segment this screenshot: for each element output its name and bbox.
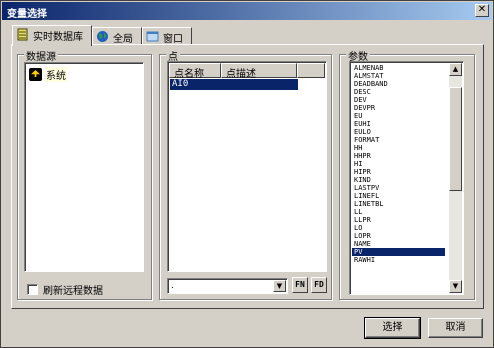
datasource-tree[interactable]: 系统 [24, 62, 144, 272]
tree-item-system[interactable]: 系统 [29, 67, 67, 82]
datasource-group-label: 数据源 [24, 48, 58, 63]
window-title: 变量选择 [7, 9, 47, 20]
param-item[interactable]: ALMSTAT [352, 72, 445, 80]
param-item[interactable]: PV [352, 248, 445, 256]
window-icon [146, 31, 159, 42]
param-item[interactable]: HIPR [352, 168, 445, 176]
param-item[interactable]: HI [352, 160, 445, 168]
param-item[interactable]: LINEFL [352, 192, 445, 200]
param-item[interactable]: NAME [352, 240, 445, 248]
param-item[interactable]: DESC [352, 88, 445, 96]
refresh-remote-row[interactable]: 刷新远程数据 [27, 282, 103, 297]
chevron-down-icon[interactable]: ▼ [273, 280, 286, 292]
refresh-remote-label: 刷新远程数据 [43, 286, 103, 297]
select-button[interactable]: 选择 [364, 317, 421, 339]
point-row-selected[interactable]: AI0 [170, 79, 298, 90]
column-filler [297, 63, 325, 78]
refresh-remote-checkbox[interactable] [27, 284, 38, 295]
params-group: 参数 ALMENAB ALMSTAT DEADBAND DESC DEV DEVPR EU E… [339, 48, 475, 300]
point-filter-combo[interactable]: . ▼ [167, 278, 288, 294]
title-bar[interactable]: 变量选择 ✕ [2, 2, 492, 20]
param-item[interactable]: LINETBL [352, 200, 445, 208]
scroll-thumb[interactable] [449, 87, 462, 191]
globe-icon [97, 31, 108, 42]
tab-realtime-db[interactable]: 实时数据库 [12, 25, 92, 46]
database-icon [17, 28, 28, 41]
param-item[interactable]: DEV [352, 96, 445, 104]
fd-button[interactable]: FD [311, 277, 327, 293]
params-scrollbar[interactable]: ▲ ▼ [449, 63, 462, 293]
column-point-name[interactable]: 点名称 [169, 63, 221, 80]
scroll-down-icon[interactable]: ▼ [449, 280, 462, 293]
param-item[interactable]: LO [352, 224, 445, 232]
param-item[interactable]: FORMAT [352, 136, 445, 144]
tab-panel: 数据源 系统 刷新远程数据 点 点名称 点描述 AI0 . ▼ FN FD 参数… [11, 44, 484, 309]
param-item[interactable]: LL [352, 208, 445, 216]
tab-label: 实时数据库 [33, 32, 83, 43]
param-item[interactable]: LASTPV [352, 184, 445, 192]
fn-button[interactable]: FN [292, 277, 308, 293]
tab-global[interactable]: 全局 [92, 27, 142, 45]
cancel-button[interactable]: 取消 [428, 318, 483, 338]
datasource-group: 数据源 系统 刷新远程数据 [17, 48, 152, 300]
param-item[interactable]: KIND [352, 176, 445, 184]
param-item[interactable]: RAWHI [352, 256, 445, 264]
scroll-up-icon[interactable]: ▲ [449, 63, 462, 76]
param-item[interactable]: HHPR [352, 152, 445, 160]
param-item[interactable]: ALMENAB [352, 64, 445, 72]
system-folder-icon [29, 68, 42, 81]
combo-value: . [171, 281, 174, 291]
variable-select-dialog: 变量选择 ✕ 实时数据库 全局 窗口 数据源 系统 刷新远程数据 点 点名称 点… [0, 0, 494, 348]
param-item[interactable]: EU [352, 112, 445, 120]
param-item[interactable]: DEADBAND [352, 80, 445, 88]
column-point-desc[interactable]: 点描述 [221, 63, 297, 80]
param-item[interactable]: LLPR [352, 216, 445, 224]
param-item[interactable]: EUHI [352, 120, 445, 128]
params-list[interactable]: ALMENAB ALMSTAT DEADBAND DESC DEV DEVPR EU EUHI… [349, 61, 464, 295]
param-item[interactable]: DEVPR [352, 104, 445, 112]
param-item[interactable]: EULO [352, 128, 445, 136]
points-group: 点 点名称 点描述 AI0 . ▼ FN FD [159, 48, 332, 300]
param-items: ALMENAB ALMSTAT DEADBAND DESC DEV DEVPR EU EUHI… [352, 64, 445, 264]
tree-item-label: 系统 [45, 67, 67, 82]
close-button[interactable]: ✕ [475, 4, 489, 17]
points-list[interactable]: 点名称 点描述 AI0 [167, 61, 327, 272]
param-item[interactable]: LOPR [352, 232, 445, 240]
param-item[interactable]: HH [352, 144, 445, 152]
tab-window[interactable]: 窗口 [142, 27, 192, 45]
